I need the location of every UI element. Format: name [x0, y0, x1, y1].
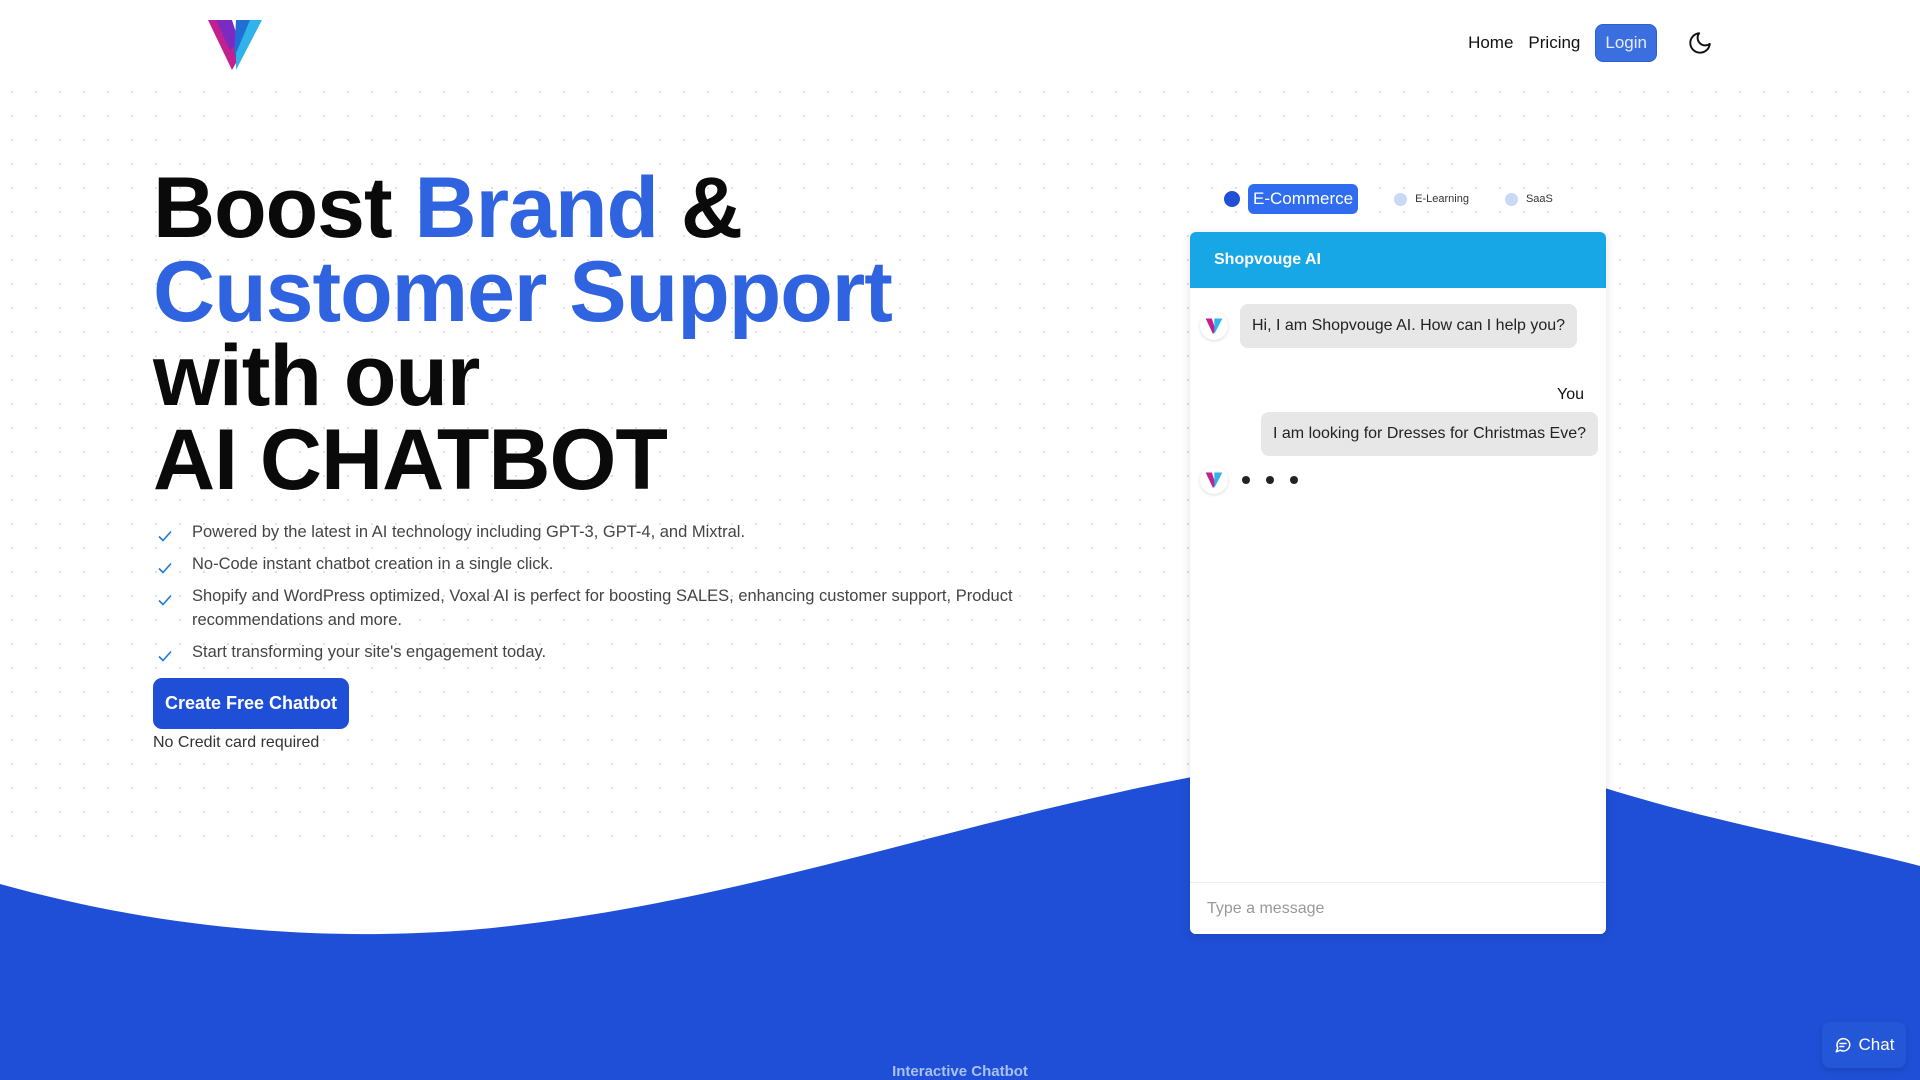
no-credit-card-note: No Credit card required: [153, 734, 320, 751]
tab-dot: [1394, 192, 1408, 206]
tab-label: E-Commerce: [1248, 184, 1359, 214]
tab-saas[interactable]: SaaS: [1504, 192, 1553, 206]
typing-indicator: [1242, 476, 1298, 484]
typing-row: [1200, 466, 1298, 494]
headline-ampersand: &: [658, 160, 743, 256]
hero-section: Boost Brand & Customer Support with our …: [153, 165, 1033, 752]
blue-wave-background: [0, 760, 1920, 1080]
check-icon: [158, 594, 172, 606]
chat-header-title: Shopvouge AI: [1190, 232, 1606, 288]
feature-text: Shopify and WordPress optimized, Voxal A…: [192, 587, 1013, 629]
message-input[interactable]: [1190, 882, 1606, 934]
check-icon: [158, 650, 172, 662]
nav-pricing-link[interactable]: Pricing: [1528, 33, 1580, 53]
tab-label: SaaS: [1525, 193, 1553, 205]
feature-text: Powered by the latest in AI technology i…: [192, 523, 746, 541]
bot-avatar: [1200, 466, 1228, 494]
bot-message-bubble: Hi, I am Shopvouge AI. How can I help yo…: [1240, 304, 1578, 348]
tab-e-learning[interactable]: E-Learning: [1394, 192, 1469, 206]
create-free-chatbot-button[interactable]: Create Free Chatbot: [153, 678, 350, 729]
feature-item: No-Code instant chatbot creation in a si…: [153, 552, 1033, 576]
user-message-row: I am looking for Dresses for Christmas E…: [1261, 412, 1598, 456]
chat-launcher-button[interactable]: Chat: [1822, 1022, 1906, 1068]
tab-e-commerce[interactable]: E-Commerce: [1224, 184, 1359, 214]
chat-demo-window: Shopvouge AI Hi, I am Shopvouge AI. How …: [1190, 232, 1606, 934]
headline-boost: Boost: [153, 160, 415, 256]
chat-launcher-label: Chat: [1858, 1035, 1895, 1054]
bot-message-row: Hi, I am Shopvouge AI. How can I help yo…: [1200, 304, 1578, 348]
login-button[interactable]: Login: [1595, 24, 1657, 62]
section-label: Interactive Chatbot: [892, 1063, 1028, 1080]
headline-customer-support: Customer Support: [153, 244, 893, 340]
top-nav: Home Pricing Login: [1468, 24, 1714, 62]
tab-dot: [1224, 191, 1240, 207]
headline-ai-chatbot: AI CHATBOT: [153, 412, 668, 508]
user-message-bubble: I am looking for Dresses for Christmas E…: [1261, 412, 1598, 456]
feature-text: No-Code instant chatbot creation in a si…: [192, 555, 554, 573]
feature-item: Powered by the latest in AI technology i…: [153, 520, 1033, 544]
headline-with-our: with our: [153, 328, 480, 424]
nav-home-link[interactable]: Home: [1468, 33, 1513, 53]
user-label: You: [1557, 386, 1584, 403]
feature-item: Shopify and WordPress optimized, Voxal A…: [153, 584, 1033, 632]
logo-icon[interactable]: [206, 18, 264, 70]
tab-label: E-Learning: [1415, 193, 1469, 205]
headline-brand: Brand: [414, 160, 659, 256]
bot-avatar: [1200, 312, 1228, 340]
tab-dot: [1504, 192, 1518, 206]
check-icon: [158, 562, 172, 574]
moon-icon[interactable]: [1686, 29, 1714, 57]
feature-text: Start transforming your site's engagemen…: [192, 643, 547, 661]
demo-tabs: E-Commerce E-Learning SaaS: [1224, 184, 1553, 214]
feature-list: Powered by the latest in AI technology i…: [153, 520, 1033, 664]
hero-headline: Boost Brand & Customer Support with our …: [153, 165, 1033, 503]
chat-bubble-icon: [1835, 1037, 1851, 1053]
feature-item: Start transforming your site's engagemen…: [153, 640, 1033, 664]
check-icon: [158, 530, 172, 542]
